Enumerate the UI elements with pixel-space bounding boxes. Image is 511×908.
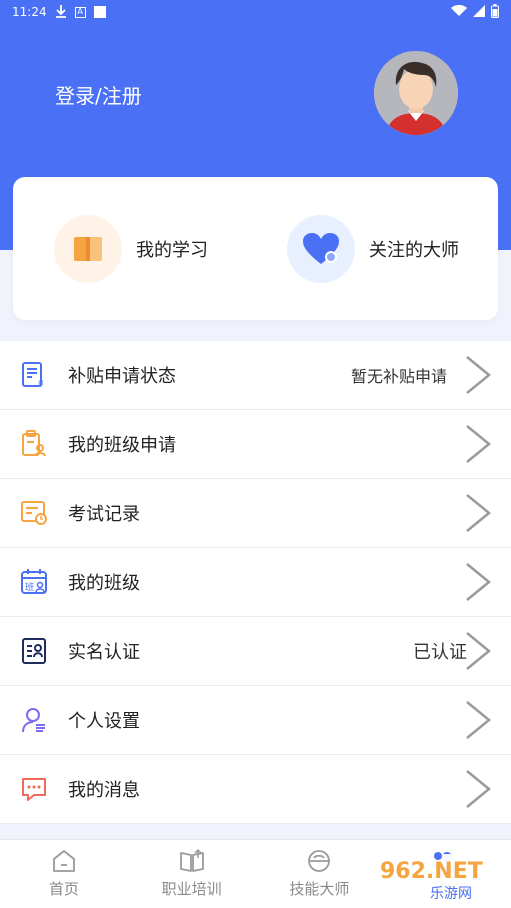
menu-item-personal-settings[interactable]: 个人设置 xyxy=(0,686,511,755)
subsidy-status-value: 暂无补贴申请 xyxy=(350,367,447,386)
status-time: 11:24 xyxy=(12,5,47,19)
svg-text:¥: ¥ xyxy=(38,380,44,389)
master-hat-icon xyxy=(308,850,331,872)
menu-item-label: 实名认证 xyxy=(68,642,140,663)
battery-icon xyxy=(491,3,499,21)
class-calendar-icon: 班 xyxy=(20,568,48,596)
chevron-right-icon xyxy=(466,356,491,394)
clipboard-user-icon xyxy=(20,430,48,458)
watermark-sub: 乐游网 xyxy=(430,886,472,902)
menu-item-my-messages[interactable]: 我的消息 xyxy=(0,755,511,824)
auth-status-value: 已认证 xyxy=(413,642,467,663)
menu-item-class-application[interactable]: 我的班级申请 xyxy=(0,410,511,479)
chevron-right-icon xyxy=(466,632,491,670)
chevron-right-icon xyxy=(466,494,491,532)
menu-item-label: 个人设置 xyxy=(68,711,140,732)
book-icon xyxy=(54,215,122,283)
square-notification-icon xyxy=(93,6,106,18)
home-icon xyxy=(52,850,75,872)
wifi-icon xyxy=(451,4,467,20)
site-watermark-logo: 962.NET 乐游网 xyxy=(372,852,504,902)
menu-item-subsidy-status[interactable]: ¥ 补贴申请状态 暂无补贴申请 xyxy=(0,341,511,410)
tab-home-label: 首页 xyxy=(48,880,79,898)
notification-a-icon: A xyxy=(74,6,86,18)
menu-item-real-name-auth[interactable]: 实名认证 已认证 xyxy=(0,617,511,686)
avatar[interactable] xyxy=(374,51,458,135)
watermark-brand: 962.NET xyxy=(380,859,483,884)
menu-item-exam-records[interactable]: 考试记录 xyxy=(0,479,511,548)
tab-home[interactable]: 首页 xyxy=(0,840,128,908)
menu-item-label: 我的班级申请 xyxy=(68,435,176,456)
status-bar: 11:24 A xyxy=(0,0,511,24)
open-book-icon xyxy=(179,848,204,872)
tab-vocational-training[interactable]: 职业培训 xyxy=(128,840,256,908)
menu-item-my-class[interactable]: 班 我的班级 xyxy=(0,548,511,617)
message-bubble-icon xyxy=(20,775,48,803)
tab-vocational-training-label: 职业培训 xyxy=(161,880,222,898)
chevron-right-icon xyxy=(466,425,491,463)
followed-masters-label: 关注的大师 xyxy=(369,240,459,261)
menu-item-label: 我的消息 xyxy=(68,780,140,801)
quick-actions-card: 我的学习 关注的大师 xyxy=(13,177,498,320)
followed-masters-button[interactable]: 关注的大师 xyxy=(287,215,459,283)
my-study-button[interactable]: 我的学习 xyxy=(54,215,208,283)
tab-skill-masters-label: 技能大师 xyxy=(289,880,350,898)
user-settings-icon xyxy=(20,706,48,734)
heart-icon xyxy=(287,215,355,283)
chevron-right-icon xyxy=(466,563,491,601)
id-card-icon xyxy=(20,637,48,665)
login-register-link[interactable]: 登录/注册 xyxy=(55,80,142,109)
chevron-right-icon xyxy=(466,770,491,808)
tab-skill-masters[interactable]: 技能大师 xyxy=(256,840,384,908)
menu-list: ¥ 补贴申请状态 暂无补贴申请 我的班级申请 考试记录 班 我的班级 实名认证 … xyxy=(0,341,511,824)
signal-icon xyxy=(473,4,485,20)
my-study-label: 我的学习 xyxy=(136,240,208,261)
svg-text:班: 班 xyxy=(25,581,34,593)
menu-item-label: 我的班级 xyxy=(68,573,140,594)
subsidy-document-icon: ¥ xyxy=(20,361,48,389)
exam-record-icon xyxy=(20,499,48,527)
chevron-right-icon xyxy=(466,701,491,739)
download-icon xyxy=(55,4,67,21)
menu-item-label: 补贴申请状态 xyxy=(68,366,176,387)
menu-item-label: 考试记录 xyxy=(68,504,140,525)
